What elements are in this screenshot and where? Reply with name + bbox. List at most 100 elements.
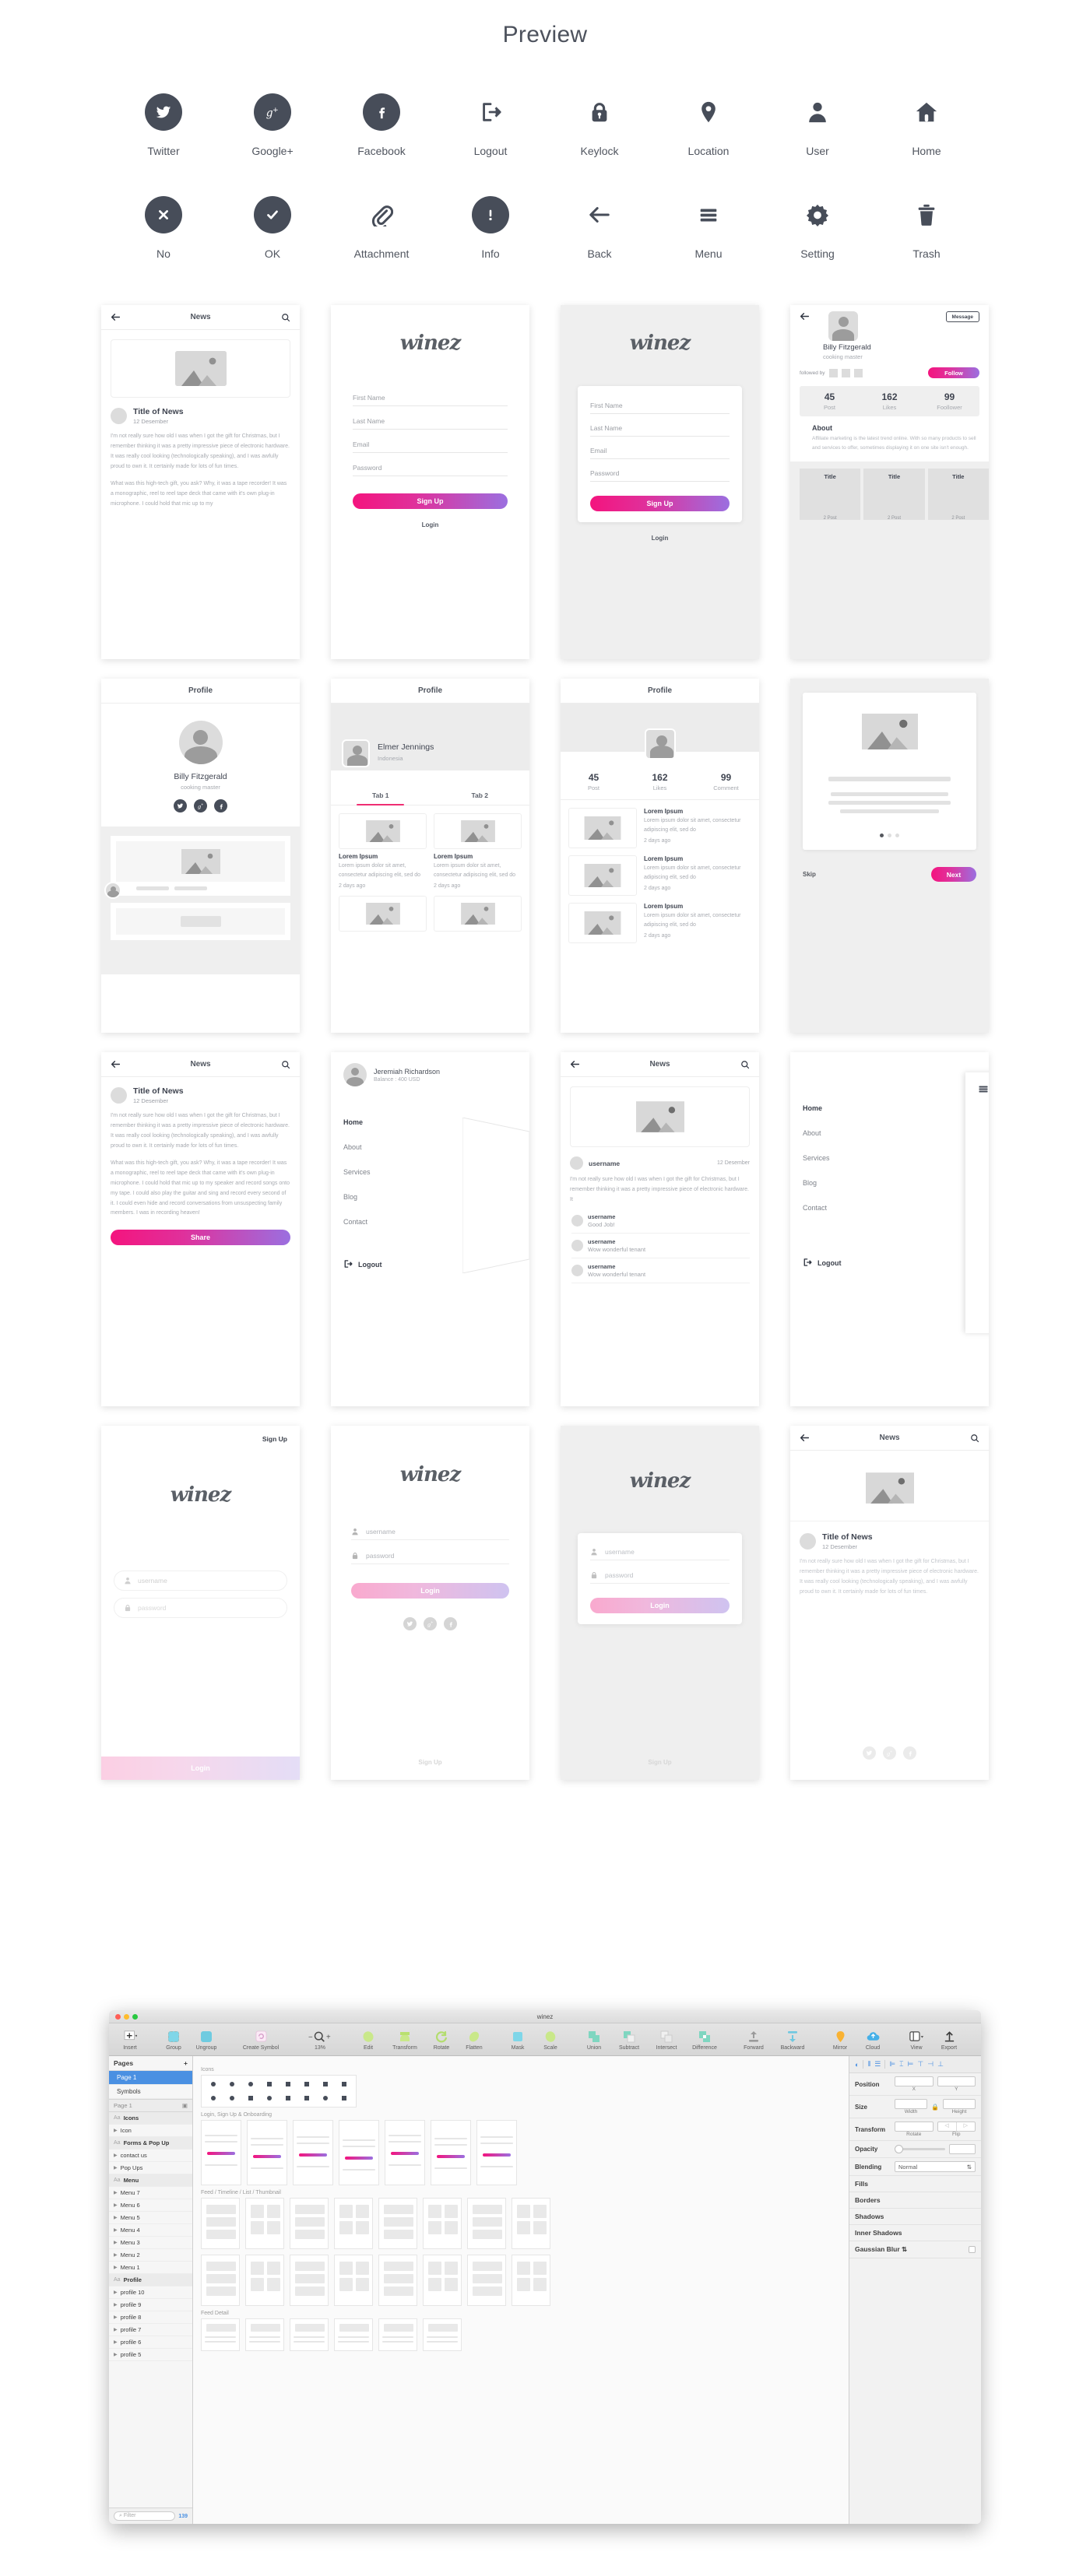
back-icon[interactable] xyxy=(800,311,810,323)
sketch-canvas[interactable]: Icons Login, Sign Up & Onboarding Feed /… xyxy=(193,2056,849,2524)
login-button[interactable]: Login xyxy=(101,1757,300,1780)
toolbar-intersect[interactable]: Intersect xyxy=(648,2029,685,2051)
toolbar-group[interactable]: Group xyxy=(157,2029,190,2051)
section-shadows[interactable]: Shadows xyxy=(849,2209,981,2225)
title-card[interactable]: Title 2 Post xyxy=(927,469,989,521)
toolbar-export[interactable]: Export xyxy=(933,2029,965,2051)
back-icon[interactable] xyxy=(800,1433,810,1443)
icon-cell-user[interactable]: User xyxy=(763,93,872,157)
twitter-icon[interactable] xyxy=(863,1746,876,1760)
password-input[interactable]: password xyxy=(351,1548,509,1564)
distribute-right-icon[interactable]: ⊨ xyxy=(908,2060,914,2069)
blending-select[interactable]: Normal ⇅ xyxy=(895,2161,976,2172)
icon-cell-trash[interactable]: Trash xyxy=(872,196,981,260)
align-left-icon[interactable]: ⫴ xyxy=(863,2060,870,2069)
first-name-field[interactable]: First Name xyxy=(590,397,730,414)
twitter-icon[interactable] xyxy=(403,1617,417,1630)
password-field[interactable]: Password xyxy=(590,465,730,482)
login-link[interactable]: Login xyxy=(353,521,508,528)
toolbar-transform[interactable]: Transform xyxy=(385,2029,425,2051)
toolbar-backward[interactable]: Backward xyxy=(772,2029,813,2051)
toolbar-view[interactable]: View xyxy=(900,2029,933,2051)
section-fills[interactable]: Fills xyxy=(849,2176,981,2192)
position-y-input[interactable] xyxy=(937,2076,976,2086)
align-bottom-icon[interactable]: ⊥ xyxy=(937,2060,944,2069)
tab-1[interactable]: Tab 1 xyxy=(331,784,431,805)
toolbar-cloud[interactable]: Cloud xyxy=(856,2029,889,2051)
comment-row[interactable]: username Good Job! xyxy=(571,1209,750,1234)
icon-cell-logout[interactable]: Logout xyxy=(436,93,545,157)
list-item[interactable]: Lorem Ipsum Lorem ipsum dolor sit amet, … xyxy=(568,855,751,896)
list-item[interactable]: Lorem Ipsum Lorem ipsum dolor sit amet, … xyxy=(568,903,751,943)
login-button[interactable]: Login xyxy=(351,1583,509,1599)
opacity-input[interactable] xyxy=(949,2144,976,2154)
toolbar-rotate[interactable]: Rotate xyxy=(425,2029,458,2051)
password-field[interactable]: Password xyxy=(353,459,508,476)
title-card[interactable]: Title 2 Post xyxy=(863,469,925,521)
facebook-icon[interactable] xyxy=(214,799,227,812)
icon-cell-menu[interactable]: Menu xyxy=(654,196,763,260)
icon-cell-setting[interactable]: Setting xyxy=(763,196,872,260)
search-icon[interactable] xyxy=(281,313,290,322)
google-plus-icon[interactable]: g + xyxy=(424,1617,437,1630)
position-x-input[interactable] xyxy=(895,2076,934,2086)
toolbar-mask[interactable]: Mask xyxy=(501,2029,534,2051)
last-name-field[interactable]: Last Name xyxy=(590,419,730,437)
opacity-slider[interactable] xyxy=(895,2145,945,2153)
contrast-icon[interactable]: ◐ xyxy=(855,2061,859,2069)
icon-cell-attachment[interactable]: Attachment xyxy=(327,196,436,260)
search-icon[interactable] xyxy=(970,1434,979,1443)
menu-item-blog[interactable]: Blog xyxy=(803,1170,976,1195)
menu-item-about[interactable]: About xyxy=(803,1121,976,1146)
back-icon[interactable] xyxy=(111,1059,121,1069)
rotate-input[interactable] xyxy=(895,2122,934,2132)
follow-button[interactable]: Follow xyxy=(928,367,979,378)
toolbar-difference[interactable]: Difference xyxy=(685,2029,724,2051)
list-item[interactable]: Lorem Ipsum Lorem ipsum dolor sit amet, … xyxy=(568,808,751,848)
alignment-toolbar[interactable]: ◐ ⫴ ☰ ⊫ ⌶ ⊨ ⊤ ⊣ ⊥ xyxy=(849,2056,981,2073)
title-card[interactable]: Title 2 Post xyxy=(800,469,861,521)
grid-item[interactable]: Lorem Ipsum Lorem ipsum dolor sit amet, … xyxy=(339,813,427,889)
signup-button[interactable]: Sign Up xyxy=(590,496,730,511)
icon-cell-google-plus[interactable]: g + Google+ xyxy=(218,93,327,157)
signup-link[interactable]: Sign Up xyxy=(561,1759,759,1766)
collapse-icon[interactable]: ▣ xyxy=(182,2102,188,2109)
google-plus-icon[interactable]: g + xyxy=(194,799,207,812)
page-row-symbols[interactable]: Symbols xyxy=(109,2085,192,2099)
skip-button[interactable]: Skip xyxy=(803,871,816,878)
first-name-field[interactable]: First Name xyxy=(353,389,508,406)
twitter-icon[interactable] xyxy=(174,799,187,812)
google-plus-icon[interactable]: g + xyxy=(883,1746,896,1760)
signup-button[interactable]: Sign Up xyxy=(353,493,508,509)
icon-cell-location[interactable]: Location xyxy=(654,93,763,157)
distribute-center-icon[interactable]: ⌶ xyxy=(899,2060,903,2069)
page-row-page-1[interactable]: Page 1 xyxy=(109,2071,192,2085)
icon-cell-no[interactable]: No xyxy=(109,196,218,260)
align-middle-icon[interactable]: ⊣ xyxy=(927,2060,934,2069)
section-gaussian-blur[interactable]: Gaussian Blur ⇅ xyxy=(849,2241,981,2258)
size-width-input[interactable] xyxy=(895,2099,928,2109)
facebook-icon[interactable] xyxy=(903,1746,916,1760)
password-input[interactable]: password xyxy=(114,1598,287,1618)
icon-cell-twitter[interactable]: Twitter xyxy=(109,93,218,157)
grid-item[interactable] xyxy=(434,895,522,932)
toolbar-scale[interactable]: Scale xyxy=(534,2029,567,2051)
menu-item-home[interactable]: Home xyxy=(803,1096,976,1121)
icon-cell-home[interactable]: Home xyxy=(872,93,981,157)
icon-cell-info[interactable]: Info xyxy=(436,196,545,260)
menu-item-services[interactable]: Services xyxy=(803,1146,976,1170)
login-button[interactable]: Login xyxy=(590,1598,730,1613)
tab-2[interactable]: Tab 2 xyxy=(431,784,530,805)
search-icon[interactable] xyxy=(740,1060,750,1069)
username-input[interactable]: username xyxy=(114,1571,287,1591)
icon-cell-back[interactable]: Back xyxy=(545,196,654,260)
username-input[interactable]: username xyxy=(351,1524,509,1540)
back-icon[interactable] xyxy=(111,312,121,322)
last-name-field[interactable]: Last Name xyxy=(353,412,508,430)
login-link[interactable]: Login xyxy=(578,535,742,542)
email-field[interactable]: Email xyxy=(353,436,508,453)
pagination-dots[interactable] xyxy=(815,834,964,837)
logout-button[interactable]: Logout xyxy=(803,1258,976,1269)
align-center-icon[interactable]: ☰ xyxy=(874,2060,881,2069)
toolbar-create-symbol[interactable]: Create Symbol xyxy=(234,2029,288,2051)
